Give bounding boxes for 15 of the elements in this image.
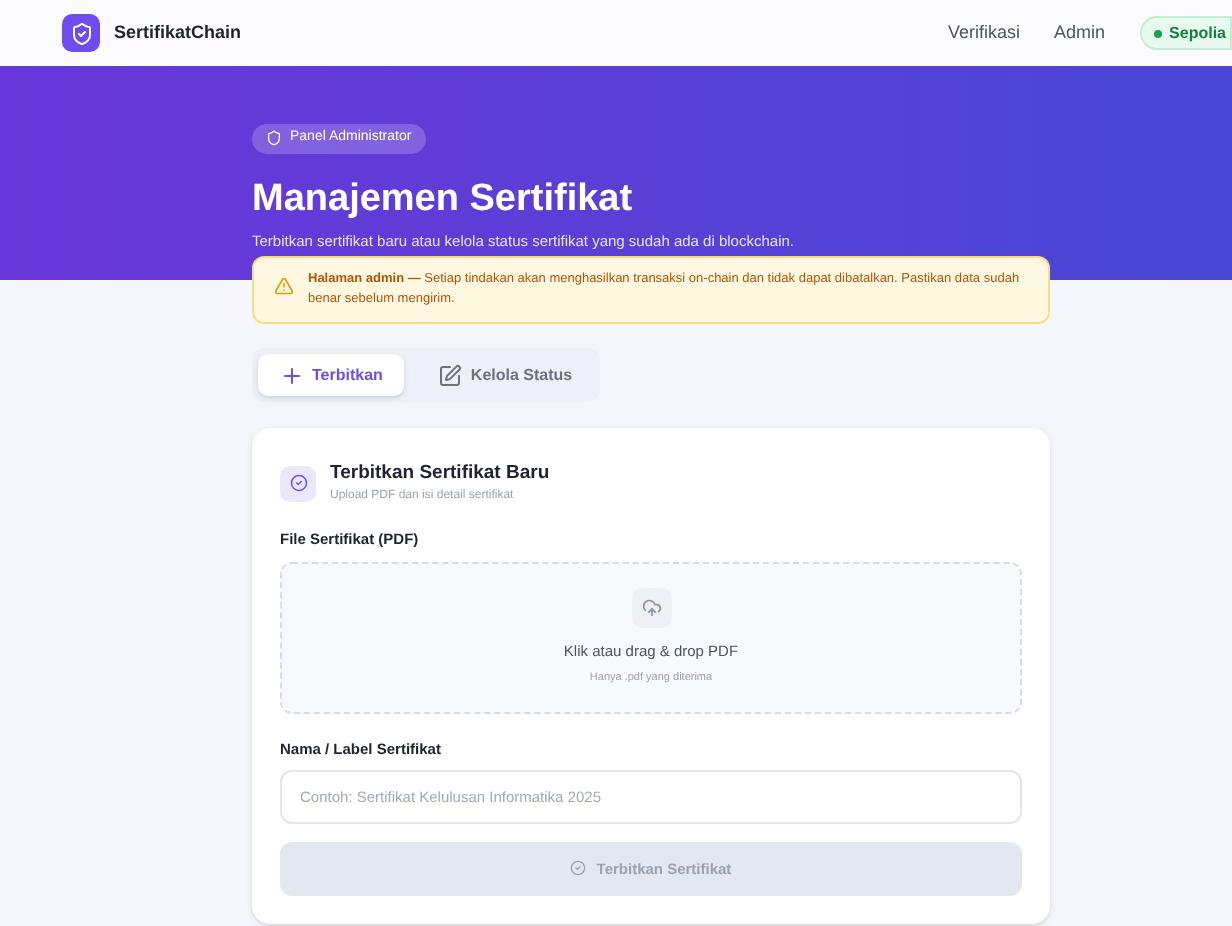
nav-link[interactable]: Admin bbox=[1054, 19, 1106, 47]
warning-icon bbox=[274, 276, 294, 296]
nav-link[interactable]: Verifikasi bbox=[948, 19, 1021, 47]
card-title: Terbitkan Sertifikat Baru bbox=[330, 460, 550, 488]
upload-icon bbox=[631, 588, 671, 629]
network-badge: Sepolia bbox=[1139, 16, 1232, 50]
tab[interactable]: Kelola Status bbox=[416, 354, 595, 396]
edit-icon bbox=[438, 363, 463, 387]
brand-name: SertifikatChain bbox=[114, 19, 242, 46]
shield-logo-icon bbox=[62, 14, 100, 52]
page-title: Manajemen Sertifikat bbox=[252, 176, 635, 224]
check-circle-icon bbox=[570, 860, 587, 877]
tab[interactable]: Terbitkan bbox=[258, 354, 405, 396]
plus-icon bbox=[280, 363, 304, 387]
badge-check-icon bbox=[280, 465, 316, 502]
